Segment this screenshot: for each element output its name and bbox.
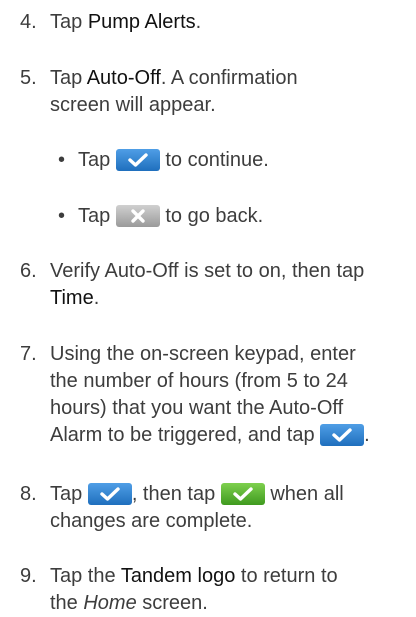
checkmark-icon bbox=[87, 483, 132, 505]
step-number: 7. bbox=[20, 343, 37, 365]
step-text: Tap the Tandem logo to return to the Hom… bbox=[50, 563, 412, 617]
tandem-logo-term: Tandem logo bbox=[120, 565, 236, 587]
step-text-line: hours) that you want the Auto-Off bbox=[50, 397, 344, 419]
step-text-part: Tap bbox=[50, 483, 83, 505]
bullet-dot: • bbox=[58, 149, 66, 171]
checkmark-icon bbox=[320, 424, 365, 446]
bullet-text: Tap to go back. bbox=[78, 203, 263, 230]
step-text-part: Tap the bbox=[50, 565, 121, 587]
step-text-line: the number of hours (from 5 to 24 bbox=[50, 370, 348, 392]
step-text: Using the on-screen keypad, enter the nu… bbox=[50, 341, 412, 449]
step-text-line: screen will appear. bbox=[50, 94, 216, 116]
step-text-line: Verify Auto-Off is set to on, then tap bbox=[50, 260, 365, 282]
step-text-part: Tap bbox=[50, 67, 87, 89]
checkmark-icon bbox=[220, 483, 265, 505]
step-text: Tap Pump Alerts. bbox=[50, 9, 412, 36]
step-number: 8. bbox=[20, 483, 37, 505]
bullet-text-part: Tap bbox=[78, 149, 111, 171]
step-text-part: the bbox=[50, 592, 84, 614]
step-text-part: screen. bbox=[136, 592, 208, 614]
step-text-part: to return to bbox=[235, 565, 338, 587]
step-number: 6. bbox=[20, 260, 37, 282]
step-number: 9. bbox=[20, 565, 37, 587]
step-number: 5. bbox=[20, 67, 37, 89]
time-term: Time bbox=[50, 287, 94, 309]
step-text-part: . bbox=[93, 287, 100, 309]
step-text: Tap Auto-Off. A confirmation screen will… bbox=[50, 65, 412, 119]
close-icon bbox=[115, 205, 160, 227]
step-text: Verify Auto-Off is set to on, then tap T… bbox=[50, 258, 412, 312]
step-text-part: Tap bbox=[50, 11, 88, 33]
step-text-part: . A confirmation bbox=[160, 67, 298, 89]
bullet-text: Tap to continue. bbox=[78, 147, 269, 174]
bullet-text-part: Tap bbox=[78, 205, 111, 227]
auto-off-term: Auto-Off bbox=[86, 67, 161, 89]
step-text-part: Alarm to be triggered, and tap bbox=[50, 424, 315, 446]
checkmark-icon bbox=[115, 149, 160, 171]
step-text-line: Using the on-screen keypad, enter bbox=[50, 343, 356, 365]
step-text-line: changes are complete. bbox=[50, 510, 253, 532]
bullet-text-part: to continue. bbox=[165, 149, 269, 171]
step-number: 4. bbox=[20, 11, 37, 33]
instructions-page: 4. Tap Pump Alerts. 5. Tap Auto-Off. A c… bbox=[0, 0, 416, 616]
bullet-text-part: to go back. bbox=[165, 205, 264, 227]
home-screen-term: Home bbox=[83, 592, 137, 614]
step-text-part: . bbox=[195, 11, 202, 33]
step-text-part: . bbox=[364, 424, 370, 446]
bullet-dot: • bbox=[58, 205, 66, 227]
step-text-part: , then tap bbox=[131, 483, 216, 505]
step-text: Tap , then tap when all changes are comp… bbox=[50, 481, 412, 535]
step-text-part: when all bbox=[270, 483, 344, 505]
pump-alerts-term: Pump Alerts bbox=[87, 11, 196, 33]
